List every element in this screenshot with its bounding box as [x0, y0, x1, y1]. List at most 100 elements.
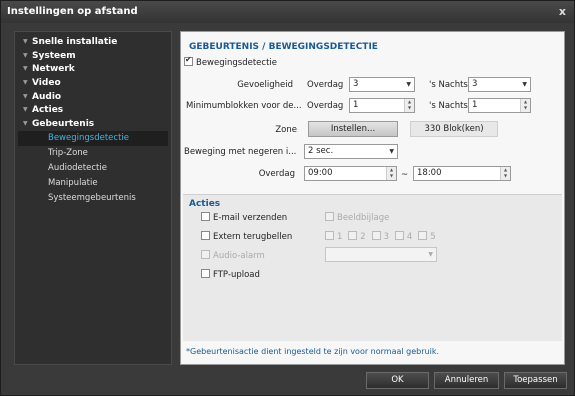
motion-detection-label: Bewegingsdetectie	[196, 58, 277, 68]
sidebar-subitem-trip-zone[interactable]: Trip-Zone	[15, 146, 171, 161]
dropdown-caret-icon: ▼	[406, 81, 411, 88]
stepper-buttons[interactable]: ▲ ▼	[500, 167, 510, 180]
sensitivity-label: Gevoeligheid	[237, 80, 293, 90]
zone-blocks-count: 330 Blok(ken)	[410, 121, 498, 137]
sidebar-item-systeem[interactable]: ▼ Systeem	[15, 49, 171, 63]
daytime-label: Overdag	[258, 169, 295, 179]
arrow-down-icon[interactable]: ▼	[405, 105, 414, 111]
sidebar-item-audio[interactable]: ▼ Audio	[15, 90, 171, 104]
sidebar-item-label: Systeem	[32, 50, 76, 61]
window-title: Instellingen op afstand	[7, 6, 138, 17]
ftp-option[interactable]: FTP-upload	[201, 269, 260, 280]
daytime-end-stepper[interactable]: 18:00 ▲ ▼	[413, 166, 511, 181]
settings-window: Instellingen op afstand x ▼ Snelle instal…	[0, 0, 575, 396]
daytime-end-value: 18:00	[417, 168, 442, 178]
min-blocks-night-stepper[interactable]: 1 ▲ ▼	[468, 98, 531, 113]
title-bar: Instellingen op afstand x	[1, 1, 574, 23]
sensitivity-day-label: Overdag	[307, 80, 344, 90]
min-blocks-day-stepper[interactable]: 1 ▲ ▼	[349, 98, 415, 113]
callback-2-checkbox	[348, 231, 358, 240]
sidebar-subitem-bewegingsdetectie[interactable]: Bewegingsdetectie	[18, 130, 168, 146]
arrow-down-icon[interactable]: ▼	[501, 173, 510, 179]
min-blocks-night-label: 's Nachts	[429, 101, 468, 111]
actions-title: Acties	[189, 199, 221, 209]
time-range-separator: ~	[401, 170, 409, 180]
motion-detection-toggle[interactable]: Bewegingsdetectie	[184, 55, 277, 68]
callback-1-label: 1	[337, 232, 343, 242]
actions-panel: Acties E-mail verzenden Beeldbijlage Ext…	[183, 194, 562, 341]
sensitivity-night-value: 3	[472, 79, 478, 89]
email-checkbox[interactable]	[201, 212, 210, 221]
apply-button[interactable]: Toepassen	[504, 372, 567, 389]
stepper-buttons[interactable]: ▲ ▼	[404, 99, 414, 112]
sidebar-subitem-audiodetectie[interactable]: Audiodetectie	[15, 161, 171, 176]
ftp-checkbox[interactable]	[201, 269, 210, 278]
footer-note: *Gebeurtenisactie dient ingesteld te zij…	[186, 347, 439, 356]
audio-alarm-checkbox	[201, 250, 210, 259]
sidebar-item-label: Audio	[32, 91, 62, 102]
stepper-buttons[interactable]: ▲ ▼	[520, 99, 530, 112]
zone-label: Zone	[275, 125, 297, 135]
daytime-start-value: 09:00	[308, 168, 333, 178]
callback-1-checkbox	[325, 231, 334, 240]
audio-alarm-select: ▼	[325, 247, 437, 262]
chevron-down-icon: ▼	[23, 106, 28, 114]
sidebar-item-gebeurtenis[interactable]: ▼ Gebeurtenis	[15, 117, 171, 131]
page-title: GEBEURTENIS / BEWEGINGSDETECTIE	[189, 42, 378, 52]
sensitivity-day-value: 3	[353, 79, 359, 89]
sidebar-item-snelle-installatie[interactable]: ▼ Snelle installatie	[15, 35, 171, 49]
sidebar-item-label: Snelle installatie	[32, 37, 118, 47]
close-icon[interactable]: x	[559, 1, 566, 23]
daytime-start-stepper[interactable]: 09:00 ▲ ▼	[304, 166, 397, 181]
callback-3-checkbox	[371, 231, 381, 240]
chevron-down-icon: ▼	[23, 65, 28, 73]
sensitivity-night-label: 's Nachts	[429, 80, 468, 90]
min-blocks-day-label: Overdag	[307, 101, 344, 111]
stepper-buttons[interactable]: ▲ ▼	[386, 167, 396, 180]
sidebar-subitem-manipulatie[interactable]: Manipulatie	[15, 176, 171, 191]
chevron-down-icon: ▼	[23, 92, 28, 100]
sidebar-item-netwerk[interactable]: ▼ Netwerk	[15, 62, 171, 76]
email-option[interactable]: E-mail verzenden	[201, 212, 287, 223]
motion-detection-checkbox[interactable]	[184, 55, 193, 66]
zone-setup-button[interactable]: Instellen...	[308, 121, 398, 137]
dropdown-caret-icon: ▼	[428, 251, 433, 258]
sidebar-subitem-systeemgebeurtenis[interactable]: Systeemgebeurtenis	[15, 191, 171, 206]
audio-alarm-option: Audio-alarm	[201, 250, 265, 261]
audio-alarm-label: Audio-alarm	[213, 251, 265, 261]
callback-2-label: 2	[360, 232, 366, 242]
sensitivity-night-select[interactable]: 3 ▼	[468, 77, 531, 92]
min-blocks-day-value: 1	[353, 100, 359, 110]
callback-4-label: 4	[406, 232, 413, 242]
cancel-button[interactable]: Annuleren	[434, 372, 499, 389]
ignore-interval-select[interactable]: 2 sec. ▼	[304, 144, 398, 159]
callback-label: Extern terugbellen	[213, 232, 293, 242]
sidebar-item-label: Gebeurtenis	[32, 119, 95, 130]
email-label: E-mail verzenden	[213, 213, 288, 223]
arrow-down-icon[interactable]: ▼	[521, 105, 530, 111]
dropdown-caret-icon: ▼	[522, 81, 527, 88]
callback-option[interactable]: Extern terugbellen	[201, 231, 292, 242]
sidebar-item-video[interactable]: ▼ Video	[15, 76, 171, 90]
ignore-interval-value: 2 sec.	[308, 146, 334, 156]
image-attach-checkbox	[325, 212, 334, 221]
image-attach-option: Beeldbijlage	[325, 212, 389, 223]
ftp-label: FTP-upload	[213, 270, 260, 280]
callback-numbers: 1 2 3 4 5	[325, 231, 436, 242]
sensitivity-day-select[interactable]: 3 ▼	[349, 77, 415, 92]
ignore-motion-label: Beweging met negeren i...	[184, 147, 297, 157]
callback-checkbox[interactable]	[201, 231, 210, 240]
chevron-down-icon: ▼	[23, 79, 28, 87]
ok-button[interactable]: OK	[366, 372, 429, 389]
chevron-down-icon: ▼	[23, 120, 28, 128]
sidebar-item-label: Video	[32, 78, 61, 89]
sidebar-item-acties[interactable]: ▼ Acties	[15, 103, 171, 117]
callback-5-checkbox	[418, 231, 428, 240]
callback-3-label: 3	[383, 232, 390, 242]
min-blocks-label: Minimumblokken voor de...	[186, 101, 302, 111]
arrow-down-icon[interactable]: ▼	[387, 173, 396, 179]
callback-4-checkbox	[394, 231, 404, 240]
main-panel: GEBEURTENIS / BEWEGINGSDETECTIE Beweging…	[180, 31, 565, 365]
sidebar-item-label: Acties	[32, 105, 64, 116]
chevron-down-icon: ▼	[23, 51, 28, 59]
